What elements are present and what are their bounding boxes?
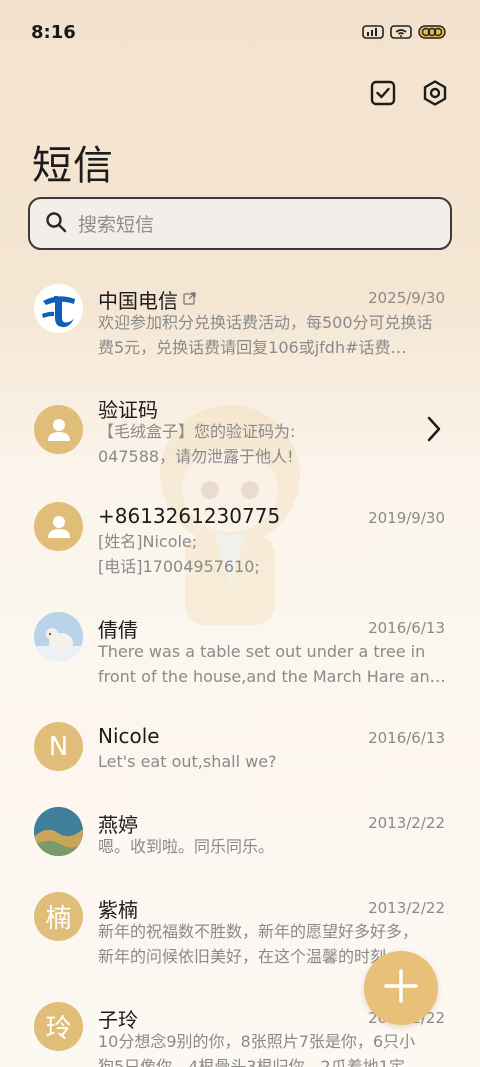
- new-message-button[interactable]: [364, 951, 438, 1025]
- person-icon: [34, 502, 83, 551]
- message-date: 2016/6/13: [368, 729, 445, 747]
- status-icons: [362, 24, 448, 43]
- page-title: 短信: [32, 143, 114, 189]
- message-date: 2019/9/30: [368, 509, 445, 527]
- search-placeholder: 搜索短信: [78, 214, 155, 236]
- list-item[interactable]: 验证码 【毛绒盒子】您的验证码为: 047588，请勿泄露于他人!: [0, 390, 480, 490]
- wifi-icon: [390, 24, 412, 43]
- chevron-right-icon[interactable]: [426, 415, 442, 447]
- message-date: 2013/2/22: [368, 899, 445, 917]
- status-bar: 8:16: [0, 0, 480, 66]
- status-time: 8:16: [31, 22, 76, 43]
- list-item[interactable]: 倩倩 2016/6/13 There was a table set out u…: [0, 610, 480, 710]
- avatar: N: [34, 722, 83, 771]
- top-actions: [368, 78, 450, 108]
- china-telecom-logo: [34, 284, 83, 333]
- contact-name: Nicole: [98, 724, 160, 748]
- signal-icon: [362, 24, 384, 43]
- search-icon: [44, 210, 68, 238]
- message-preview: 嗯。收到啦。同乐同乐。: [98, 837, 275, 856]
- search-input[interactable]: 搜索短信: [28, 197, 452, 250]
- message-preview: [姓名]Nicole; [电话]17004957610;: [98, 532, 260, 576]
- message-date: 2025/9/30: [368, 289, 445, 307]
- external-link-icon: [183, 290, 196, 309]
- contact-name: +8613261230775: [98, 504, 281, 528]
- message-preview: 10分想念9别的你，8张照片7张是你，6只小 狗5只像你，4根骨头3根归你，2爪…: [98, 1032, 421, 1067]
- plus-icon: [383, 968, 419, 1008]
- settings-icon[interactable]: [420, 78, 450, 108]
- message-preview: There was a table set out under a tree i…: [98, 642, 446, 686]
- list-item[interactable]: 燕婷 2013/2/22 嗯。收到啦。同乐同乐。: [0, 805, 480, 880]
- message-date: 2013/2/22: [368, 814, 445, 832]
- person-icon: [34, 405, 83, 454]
- battery-icon: [418, 24, 448, 43]
- avatar: 楠: [34, 892, 83, 941]
- message-date: 2016/6/13: [368, 619, 445, 637]
- message-preview: 【毛绒盒子】您的验证码为: 047588，请勿泄露于他人!: [98, 422, 296, 466]
- message-preview: 欢迎参加积分兑换话费活动，每500分可兑换话费5元，兑换话费请回复106或jfd…: [98, 313, 433, 357]
- avatar: 玲: [34, 1002, 83, 1051]
- checklist-icon[interactable]: [368, 78, 398, 108]
- list-item[interactable]: +8613261230775 2019/9/30 [姓名]Nicole; [电话…: [0, 500, 480, 600]
- landscape-photo: [34, 807, 83, 856]
- polar-bear-photo: [34, 612, 83, 661]
- list-item[interactable]: 中国电信 2025/9/30 欢迎参加积分兑换话费活动，每500分可兑换话费5元…: [0, 275, 480, 375]
- list-item[interactable]: N Nicole 2016/6/13 Let's eat out,shall w…: [0, 720, 480, 795]
- message-preview: Let's eat out,shall we?: [98, 752, 277, 771]
